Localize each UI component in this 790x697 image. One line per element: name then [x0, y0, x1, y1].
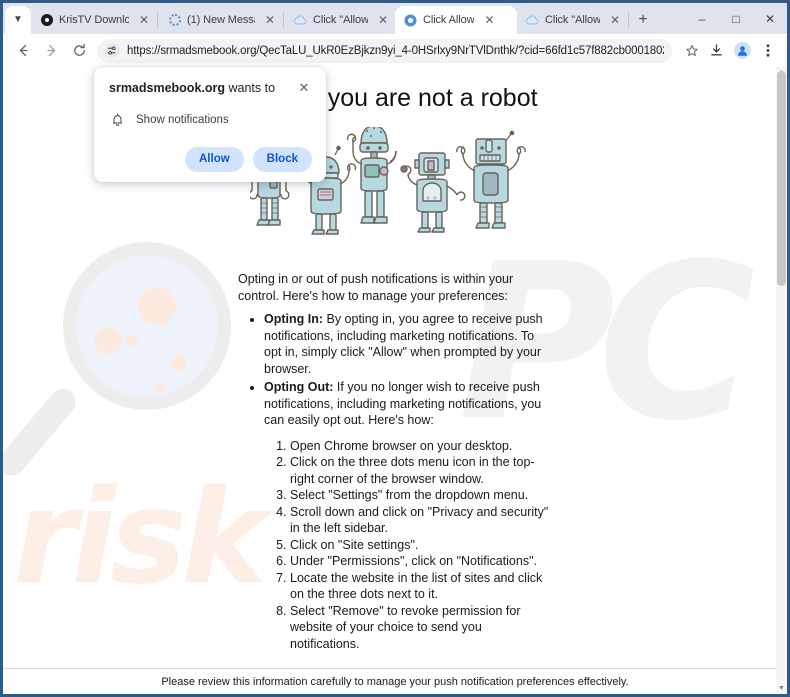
cloud-icon-svg	[294, 15, 307, 25]
arrow-left-icon	[19, 44, 28, 57]
url-text[interactable]: https://srmadsmebook.org/QecTaLU_UkR0EzB…	[127, 45, 664, 57]
page-info-icon[interactable]	[104, 43, 120, 59]
permission-title-suffix: wants to	[225, 81, 276, 95]
window-controls: – □ ✕	[685, 3, 787, 34]
new-tab-button[interactable]: +	[630, 7, 656, 33]
tab-separator	[283, 12, 284, 28]
list-item: Select "Remove" to revoke permission for…	[290, 603, 553, 653]
list-item: Under "Permissions", click on "Notificat…	[290, 553, 553, 570]
list-item: Opting In: By opting in, you agree to re…	[264, 311, 553, 377]
list-item: Click on the three dots menu icon in the…	[290, 454, 553, 487]
notification-permission-dialog[interactable]: srmadsmebook.org wants to ✕ Show notific…	[94, 67, 326, 182]
tab-close-button[interactable]: ✕	[607, 12, 623, 28]
tab-title: Click "Allow"	[545, 14, 600, 26]
permission-row: Show notifications	[109, 112, 312, 128]
bullet-term: Opting In:	[264, 312, 324, 326]
reload-icon	[73, 43, 85, 56]
arrow-right-icon	[46, 44, 55, 57]
intro-paragraph: Opting in or out of push notifications i…	[238, 272, 514, 303]
bell-icon	[109, 112, 125, 128]
tab-click-allow-1[interactable]: Click "Allow" ✕	[285, 6, 395, 34]
back-button[interactable]	[9, 37, 37, 65]
opting-bullets: Opting In: By opting in, you agree to re…	[253, 311, 553, 429]
tab-title: Click "Allow"	[313, 14, 368, 26]
page-footer: Please review this information carefully…	[3, 668, 787, 694]
cloud-icon-svg	[526, 15, 539, 25]
bookmark-star-icon[interactable]	[681, 40, 703, 62]
dark-circle-icon	[40, 14, 53, 27]
avatar	[733, 42, 751, 59]
maximize-button[interactable]: □	[719, 3, 753, 34]
scroll-down-button[interactable]: ▼	[776, 683, 787, 694]
tab-title: Click Allow	[423, 14, 475, 26]
chrome-icon	[404, 14, 417, 27]
tab-kristv-downloads[interactable]: KrisTV Downloa ✕	[31, 6, 156, 34]
tab-separator	[628, 12, 629, 28]
tab-close-button[interactable]: ✕	[481, 12, 497, 28]
list-item: Scroll down and click on "Privacy and se…	[290, 504, 553, 537]
list-item: Locate the website in the list of sites …	[290, 570, 553, 603]
browser-toolbar: https://srmadsmebook.org/QecTaLU_UkR0EzB…	[3, 34, 787, 67]
tab-separator	[157, 12, 158, 28]
chrome-icon-svg	[404, 14, 417, 26]
bullet-term: Opting Out:	[264, 380, 334, 394]
tab-title: KrisTV Downloa	[59, 14, 129, 26]
footer-text: Please review this information carefully…	[161, 675, 629, 688]
tab-new-message[interactable]: (1) New Messag ✕	[159, 6, 282, 34]
tab-close-button[interactable]: ✕	[262, 12, 278, 28]
list-item: Click on "Site settings".	[290, 537, 553, 554]
close-icon[interactable]: ✕	[296, 80, 312, 96]
address-bar[interactable]: https://srmadsmebook.org/QecTaLU_UkR0EzB…	[97, 38, 672, 63]
opt-out-steps: Open Chrome browser on your desktop. Cli…	[282, 438, 553, 653]
permission-title: srmadsmebook.org wants to	[109, 81, 290, 97]
list-item: Select "Settings" from the dropdown menu…	[290, 487, 553, 504]
instructions-block: Opting in or out of push notifications i…	[238, 271, 553, 652]
profile-avatar[interactable]	[729, 38, 755, 64]
permission-actions: Allow Block	[109, 146, 312, 172]
list-item: Opting Out: If you no longer wish to rec…	[264, 379, 553, 429]
browser-window: ▼ KrisTV Downloa ✕ (1) New Messag ✕ Clic…	[0, 0, 790, 697]
chevron-down-icon: ▼	[13, 14, 23, 25]
forward-button[interactable]	[37, 37, 65, 65]
chrome-menu-icon[interactable]	[755, 38, 781, 64]
minimize-button[interactable]: –	[685, 3, 719, 34]
page-scrollbar[interactable]: ▲ ▼	[776, 67, 787, 694]
permission-origin: srmadsmebook.org	[109, 81, 226, 95]
tab-title: (1) New Messag	[187, 14, 255, 26]
permission-header: srmadsmebook.org wants to ✕	[109, 80, 312, 97]
allow-button[interactable]: Allow	[185, 146, 244, 172]
tab-click-allow-active[interactable]: Click Allow ✕	[395, 6, 517, 34]
close-window-button[interactable]: ✕	[753, 3, 787, 34]
tab-close-button[interactable]: ✕	[136, 12, 152, 28]
tab-close-button[interactable]: ✕	[375, 12, 391, 28]
scrollbar-thumb[interactable]	[777, 71, 786, 286]
reload-button[interactable]	[65, 37, 93, 65]
cloud-icon	[294, 14, 307, 27]
list-item: Open Chrome browser on your desktop.	[290, 438, 553, 455]
cloud-icon	[526, 14, 539, 27]
loading-spinner-icon	[168, 14, 181, 27]
permission-label: Show notifications	[136, 113, 229, 126]
downloads-icon[interactable]	[703, 38, 729, 64]
block-button[interactable]: Block	[252, 146, 312, 172]
tab-strip: ▼ KrisTV Downloa ✕ (1) New Messag ✕ Clic…	[3, 3, 787, 34]
tab-search-button[interactable]: ▼	[5, 6, 31, 34]
tab-click-allow-2[interactable]: Click "Allow" ✕	[517, 6, 627, 34]
tune-icon	[105, 43, 119, 58]
